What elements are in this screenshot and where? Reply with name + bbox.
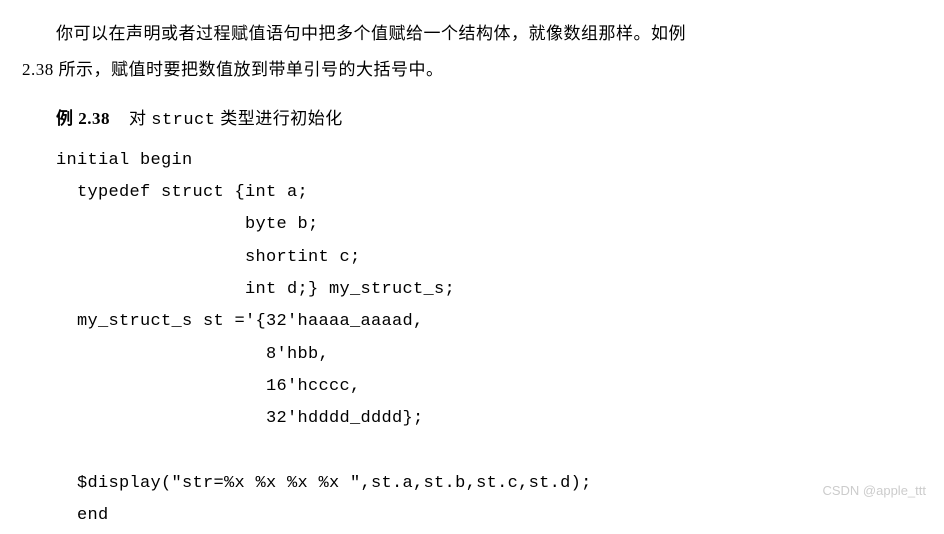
code-listing: initial begin typedef struct {int a; byt… [56, 145, 922, 533]
example-title: 例 2.38 对 struct 类型进行初始化 [56, 103, 922, 137]
example-desc-suffix: 类型进行初始化 [215, 109, 342, 128]
intro-paragraph-line2: 2.38 所示，赋值时要把数值放到带单引号的大括号中。 [22, 54, 922, 86]
example-desc-prefix: 对 [129, 109, 151, 128]
watermark-text: CSDN @apple_ttt [822, 479, 926, 504]
example-desc-mono: struct [151, 111, 215, 130]
intro-paragraph-line1: 你可以在声明或者过程赋值语句中把多个值赋给一个结构体，就像数组那样。如例 [22, 18, 922, 50]
example-number: 例 2.38 [56, 109, 110, 128]
